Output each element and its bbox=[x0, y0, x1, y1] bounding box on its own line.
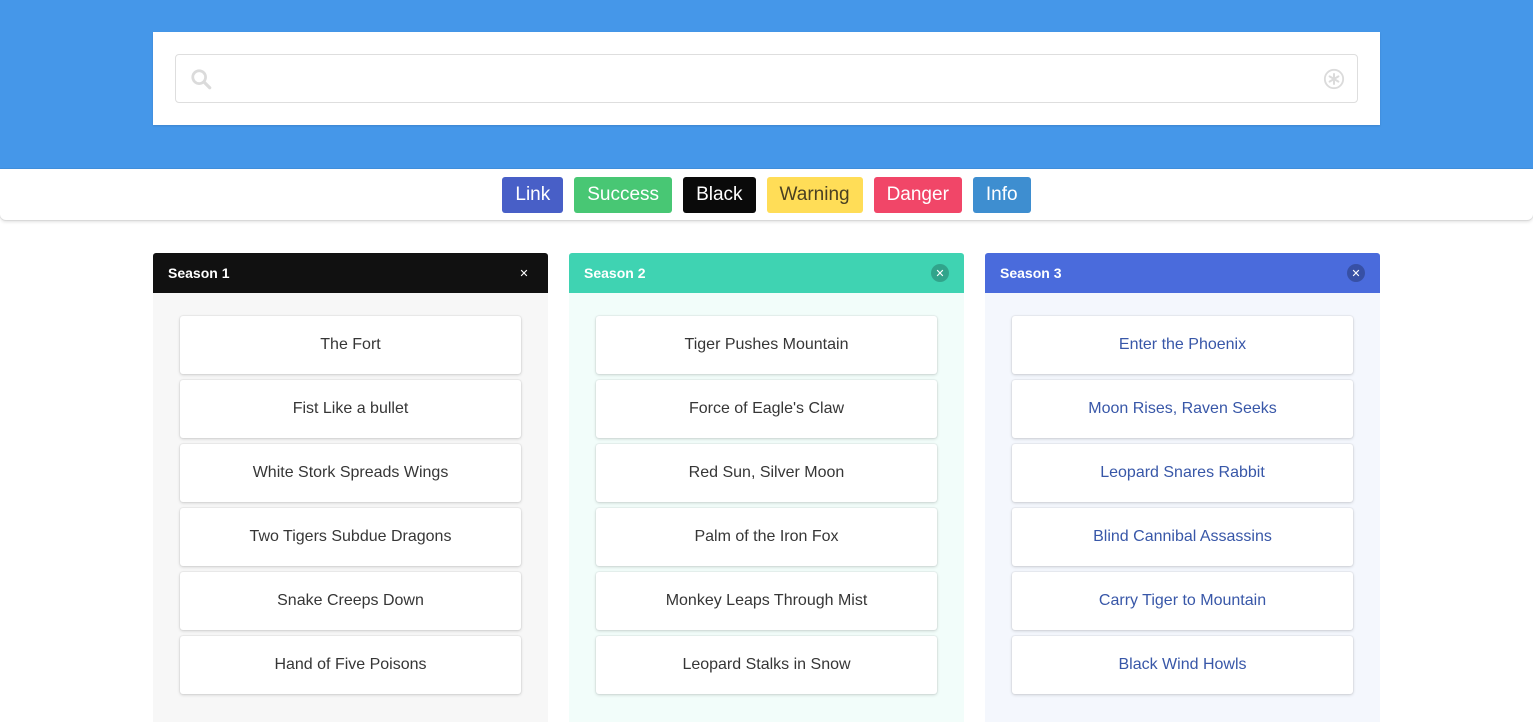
tag-danger-button[interactable]: Danger bbox=[873, 176, 962, 213]
episode-card[interactable]: Enter the Phoenix bbox=[1012, 316, 1353, 374]
episode-list: Enter the Phoenix Moon Rises, Raven Seek… bbox=[985, 293, 1380, 722]
episode-card[interactable]: Monkey Leaps Through Mist bbox=[596, 572, 937, 630]
episode-list: Tiger Pushes Mountain Force of Eagle's C… bbox=[569, 293, 964, 722]
episode-card[interactable]: Carry Tiger to Mountain bbox=[1012, 572, 1353, 630]
tag-black-button[interactable]: Black bbox=[683, 176, 756, 213]
episode-card[interactable]: Moon Rises, Raven Seeks bbox=[1012, 380, 1353, 438]
episode-card[interactable]: Tiger Pushes Mountain bbox=[596, 316, 937, 374]
episode-card[interactable]: Snake Creeps Down bbox=[180, 572, 521, 630]
season-column-2: Season 2 ✕ Tiger Pushes Mountain Force o… bbox=[569, 253, 964, 722]
close-icon[interactable]: ✕ bbox=[515, 264, 533, 282]
season-column-1: Season 1 ✕ The Fort Fist Like a bullet W… bbox=[153, 253, 548, 722]
episode-card[interactable]: Two Tigers Subdue Dragons bbox=[180, 508, 521, 566]
episode-card[interactable]: Hand of Five Poisons bbox=[180, 636, 521, 694]
episode-card[interactable]: Fist Like a bullet bbox=[180, 380, 521, 438]
episode-card[interactable]: Leopard Stalks in Snow bbox=[596, 636, 937, 694]
hero-banner bbox=[0, 0, 1533, 169]
season-title: Season 1 bbox=[168, 265, 230, 281]
season-column-3: Season 3 ✕ Enter the Phoenix Moon Rises,… bbox=[985, 253, 1380, 722]
episode-card[interactable]: The Fort bbox=[180, 316, 521, 374]
tag-info-button[interactable]: Info bbox=[972, 176, 1031, 213]
season-header: Season 2 ✕ bbox=[569, 253, 964, 293]
season-title: Season 2 bbox=[584, 265, 646, 281]
episode-list: The Fort Fist Like a bullet White Stork … bbox=[153, 293, 548, 722]
close-icon[interactable]: ✕ bbox=[931, 264, 949, 282]
episode-card[interactable]: Force of Eagle's Claw bbox=[596, 380, 937, 438]
close-icon[interactable]: ✕ bbox=[1347, 264, 1365, 282]
clear-icon[interactable] bbox=[1323, 68, 1345, 90]
tag-filter-bar: Link Success Black Warning Danger Info bbox=[0, 169, 1533, 220]
season-header: Season 1 ✕ bbox=[153, 253, 548, 293]
search-card bbox=[153, 32, 1380, 125]
episode-card[interactable]: Palm of the Iron Fox bbox=[596, 508, 937, 566]
tag-success-button[interactable]: Success bbox=[574, 176, 673, 213]
episode-card[interactable]: Red Sun, Silver Moon bbox=[596, 444, 937, 502]
episode-card[interactable]: White Stork Spreads Wings bbox=[180, 444, 521, 502]
tag-warning-button[interactable]: Warning bbox=[766, 176, 863, 213]
search-box[interactable] bbox=[175, 54, 1358, 103]
episode-card[interactable]: Blind Cannibal Assassins bbox=[1012, 508, 1353, 566]
episode-card[interactable]: Leopard Snares Rabbit bbox=[1012, 444, 1353, 502]
search-input[interactable] bbox=[220, 55, 1313, 102]
season-header: Season 3 ✕ bbox=[985, 253, 1380, 293]
episode-card[interactable]: Black Wind Howls bbox=[1012, 636, 1353, 694]
tag-link-button[interactable]: Link bbox=[502, 176, 564, 213]
search-icon bbox=[191, 69, 212, 90]
season-title: Season 3 bbox=[1000, 265, 1062, 281]
